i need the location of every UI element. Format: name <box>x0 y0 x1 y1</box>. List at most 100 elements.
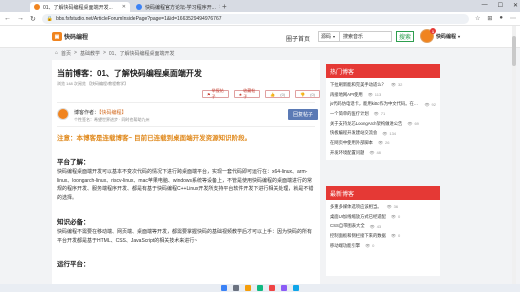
search-input[interactable]: 搜索音乐 <box>340 31 392 42</box>
report-button[interactable]: ⚑ 举报帖子 <box>202 88 229 99</box>
list-item[interactable]: 移动端功能引擎 👁 0 <box>330 241 436 251</box>
list-item-label: 再接地网API使用 <box>330 91 363 97</box>
close-tab-icon[interactable]: ✕ <box>219 4 220 10</box>
list-item-label: 控制面板和侧栏接下来的数据 <box>330 232 386 238</box>
eye-icon: 👁 <box>377 140 384 146</box>
search-button[interactable]: 搜索 <box>396 31 414 42</box>
view-count: 36 <box>393 204 399 210</box>
extensions-icon[interactable]: ⊞ <box>487 15 492 22</box>
author-signature: 个性签名：希望世界进步 · 同时也帮助九州 <box>74 117 150 122</box>
section-heading: 运行平台： <box>57 261 90 268</box>
breadcrumb-separator: > <box>102 50 106 56</box>
eye-icon: 👁 <box>369 150 375 156</box>
latest-blogs-title: 最新博客 <box>326 186 440 200</box>
forward-icon[interactable]: → <box>17 15 24 22</box>
list-item[interactable]: 桌面UI加线缩放方式已经适配 👁 0 <box>330 212 436 222</box>
site-header: ▣ 快码编程 圈子首页 源码 ▾ 搜索音乐 搜索 1 快码编程 ▾ <box>0 26 520 48</box>
new-tab-icon[interactable]: + <box>222 2 227 11</box>
breadcrumb-home[interactable]: 首页 <box>61 50 71 57</box>
reload-icon[interactable]: ↻ <box>30 15 36 23</box>
favorite-button[interactable]: ★ 收藏帖子 <box>233 88 261 99</box>
list-item-label: js代码仿电话卡，能用kittc作为中文代码。在快编出kitty中文注解代码 <box>330 101 419 107</box>
back-icon[interactable]: ← <box>4 15 11 22</box>
url-field[interactable]: 🔒 bbs.fsfstudio.net/ArticleForumInsidePa… <box>41 13 469 24</box>
like-button[interactable]: 👍 (0) <box>265 90 291 98</box>
nav-forum-home[interactable]: 圈子首页 <box>286 34 310 43</box>
tab-label: 快码编程官方论坛-学习程序开... <box>145 4 216 11</box>
start-icon[interactable] <box>221 285 227 291</box>
list-item[interactable]: 开发环境配置问题 👁 48 <box>330 148 436 158</box>
eye-icon: 👁 <box>365 243 371 249</box>
browser-tab-forum[interactable]: 快码编程官方论坛-学习程序开... ✕ <box>132 2 220 12</box>
browser-tabbar: 01、了解快码编程桌面端开发... ✕ 快码编程官方论坛-学习程序开... ✕ … <box>0 0 520 12</box>
view-count: 71 <box>380 111 386 117</box>
list-item-label: 下拉刷新能和完美手动适么？ <box>330 81 386 87</box>
list-item[interactable]: js代码仿电话卡，能用kittc作为中文代码。在快编出kitty中文注解代码 👁9… <box>330 99 436 109</box>
list-item[interactable]: 再接地网API使用 👁 113 <box>330 90 436 100</box>
author-line: 博客作者：【快码编程】 <box>74 109 127 116</box>
chevron-down-icon: ▾ <box>458 33 461 39</box>
profile-icon[interactable]: ● <box>499 15 503 22</box>
article-actions: ⚑ 举报帖子 ★ 收藏帖子 👍 (0) 👎 (0) <box>202 88 320 99</box>
browser-tab-article[interactable]: 01、了解快码编程桌面端开发... ✕ <box>30 2 130 12</box>
view-count: 26 <box>385 140 390 146</box>
window-controls: — ☐ ✕ <box>482 2 518 9</box>
menu-icon[interactable]: ⋯ <box>510 15 516 22</box>
divider <box>57 126 315 127</box>
author-avatar[interactable] <box>57 108 69 120</box>
search-type-select[interactable]: 源码 ▾ <box>318 31 340 42</box>
dislike-button[interactable]: 👎 (0) <box>295 90 320 98</box>
report-label: 举报帖子 <box>211 88 224 99</box>
app-icon[interactable] <box>293 285 299 291</box>
list-item[interactable]: 多重多媒体选项应该相当。 👁 36 <box>330 202 436 212</box>
breadcrumb-category[interactable]: 基础教学 <box>80 50 100 57</box>
notification-badge: 1 <box>430 28 436 34</box>
list-item[interactable]: 关于支持龙芯LoongArch架构做进公告 👁 69 <box>330 119 436 129</box>
list-item[interactable]: 控制面板和侧栏接下来的数据 👁 0 <box>330 231 436 241</box>
breadcrumb-current: 01、了解快码编程桌面端开发 <box>108 51 175 57</box>
app-icon[interactable] <box>269 285 275 291</box>
author-prefix: 博客作者： <box>74 110 100 116</box>
reply-button[interactable]: 回复帖子 <box>288 109 318 120</box>
site-favicon-icon <box>136 4 142 10</box>
page-scrollbar[interactable] <box>512 26 516 284</box>
list-item[interactable]: 一个简单的医疗计划 👁 71 <box>330 109 436 119</box>
list-item[interactable]: CSS自带图表大全 👁 43 <box>330 221 436 231</box>
tab-label: 01、了解快码编程桌面端开发... <box>43 4 113 11</box>
view-count: 43 <box>376 223 382 229</box>
eye-icon: 👁 <box>386 204 392 210</box>
view-count: 113 <box>374 92 382 98</box>
flag-icon: ⚑ <box>207 91 211 97</box>
eye-icon: 👁 <box>369 223 375 229</box>
star-icon: ★ <box>238 91 243 97</box>
close-tab-icon[interactable]: ✕ <box>122 4 126 10</box>
browser-icon[interactable] <box>257 285 263 291</box>
breadcrumb-separator: > <box>74 50 77 56</box>
eye-icon: 👁 <box>373 111 379 117</box>
view-count: 0 <box>397 233 401 239</box>
list-item[interactable]: 快板编程开发建站交流会 👁 134 <box>330 128 436 138</box>
address-bar: ← → ↻ 🔒 bbs.fsfstudio.net/ArticleForumIn… <box>0 12 520 26</box>
view-count: 134 <box>389 130 397 136</box>
search-taskbar-icon[interactable] <box>233 285 239 291</box>
list-item[interactable]: 在网页中使用外部脚本 👁 26 <box>330 138 436 148</box>
author-name[interactable]: 【快码编程】 <box>99 110 127 116</box>
search-type-label: 源码 <box>321 34 332 40</box>
user-menu[interactable]: 1 快码编程 ▾ <box>420 28 461 43</box>
bookmark-star-icon[interactable]: ☆ <box>475 15 480 22</box>
maximize-icon[interactable]: ☐ <box>498 2 503 9</box>
scrollbar-thumb[interactable] <box>512 36 516 66</box>
like-count: (0) <box>280 91 286 97</box>
dislike-count: (0) <box>310 91 315 97</box>
site-favicon-icon <box>34 4 40 10</box>
site-logo[interactable]: ▣ 快码编程 <box>52 32 88 41</box>
article-panel: 当前博客：01、了解快码编程桌面端开发 浏览 148 次阅览 【快码编程/教程教… <box>52 60 320 284</box>
list-item[interactable]: 下拉刷新能和完美手动适么？ 👁 32 <box>330 80 436 90</box>
divider <box>57 102 315 103</box>
folder-icon[interactable] <box>245 285 251 291</box>
app-icon[interactable] <box>281 285 287 291</box>
close-window-icon[interactable]: ✕ <box>513 2 518 9</box>
list-item-label: 一个简单的医疗计划 <box>330 110 369 116</box>
latest-blogs-panel: 最新博客 多重多媒体选项应该相当。 👁 36 桌面UI加线缩放方式已经适配 👁 0 CSS自… <box>326 186 440 276</box>
minimize-icon[interactable]: — <box>482 2 488 9</box>
